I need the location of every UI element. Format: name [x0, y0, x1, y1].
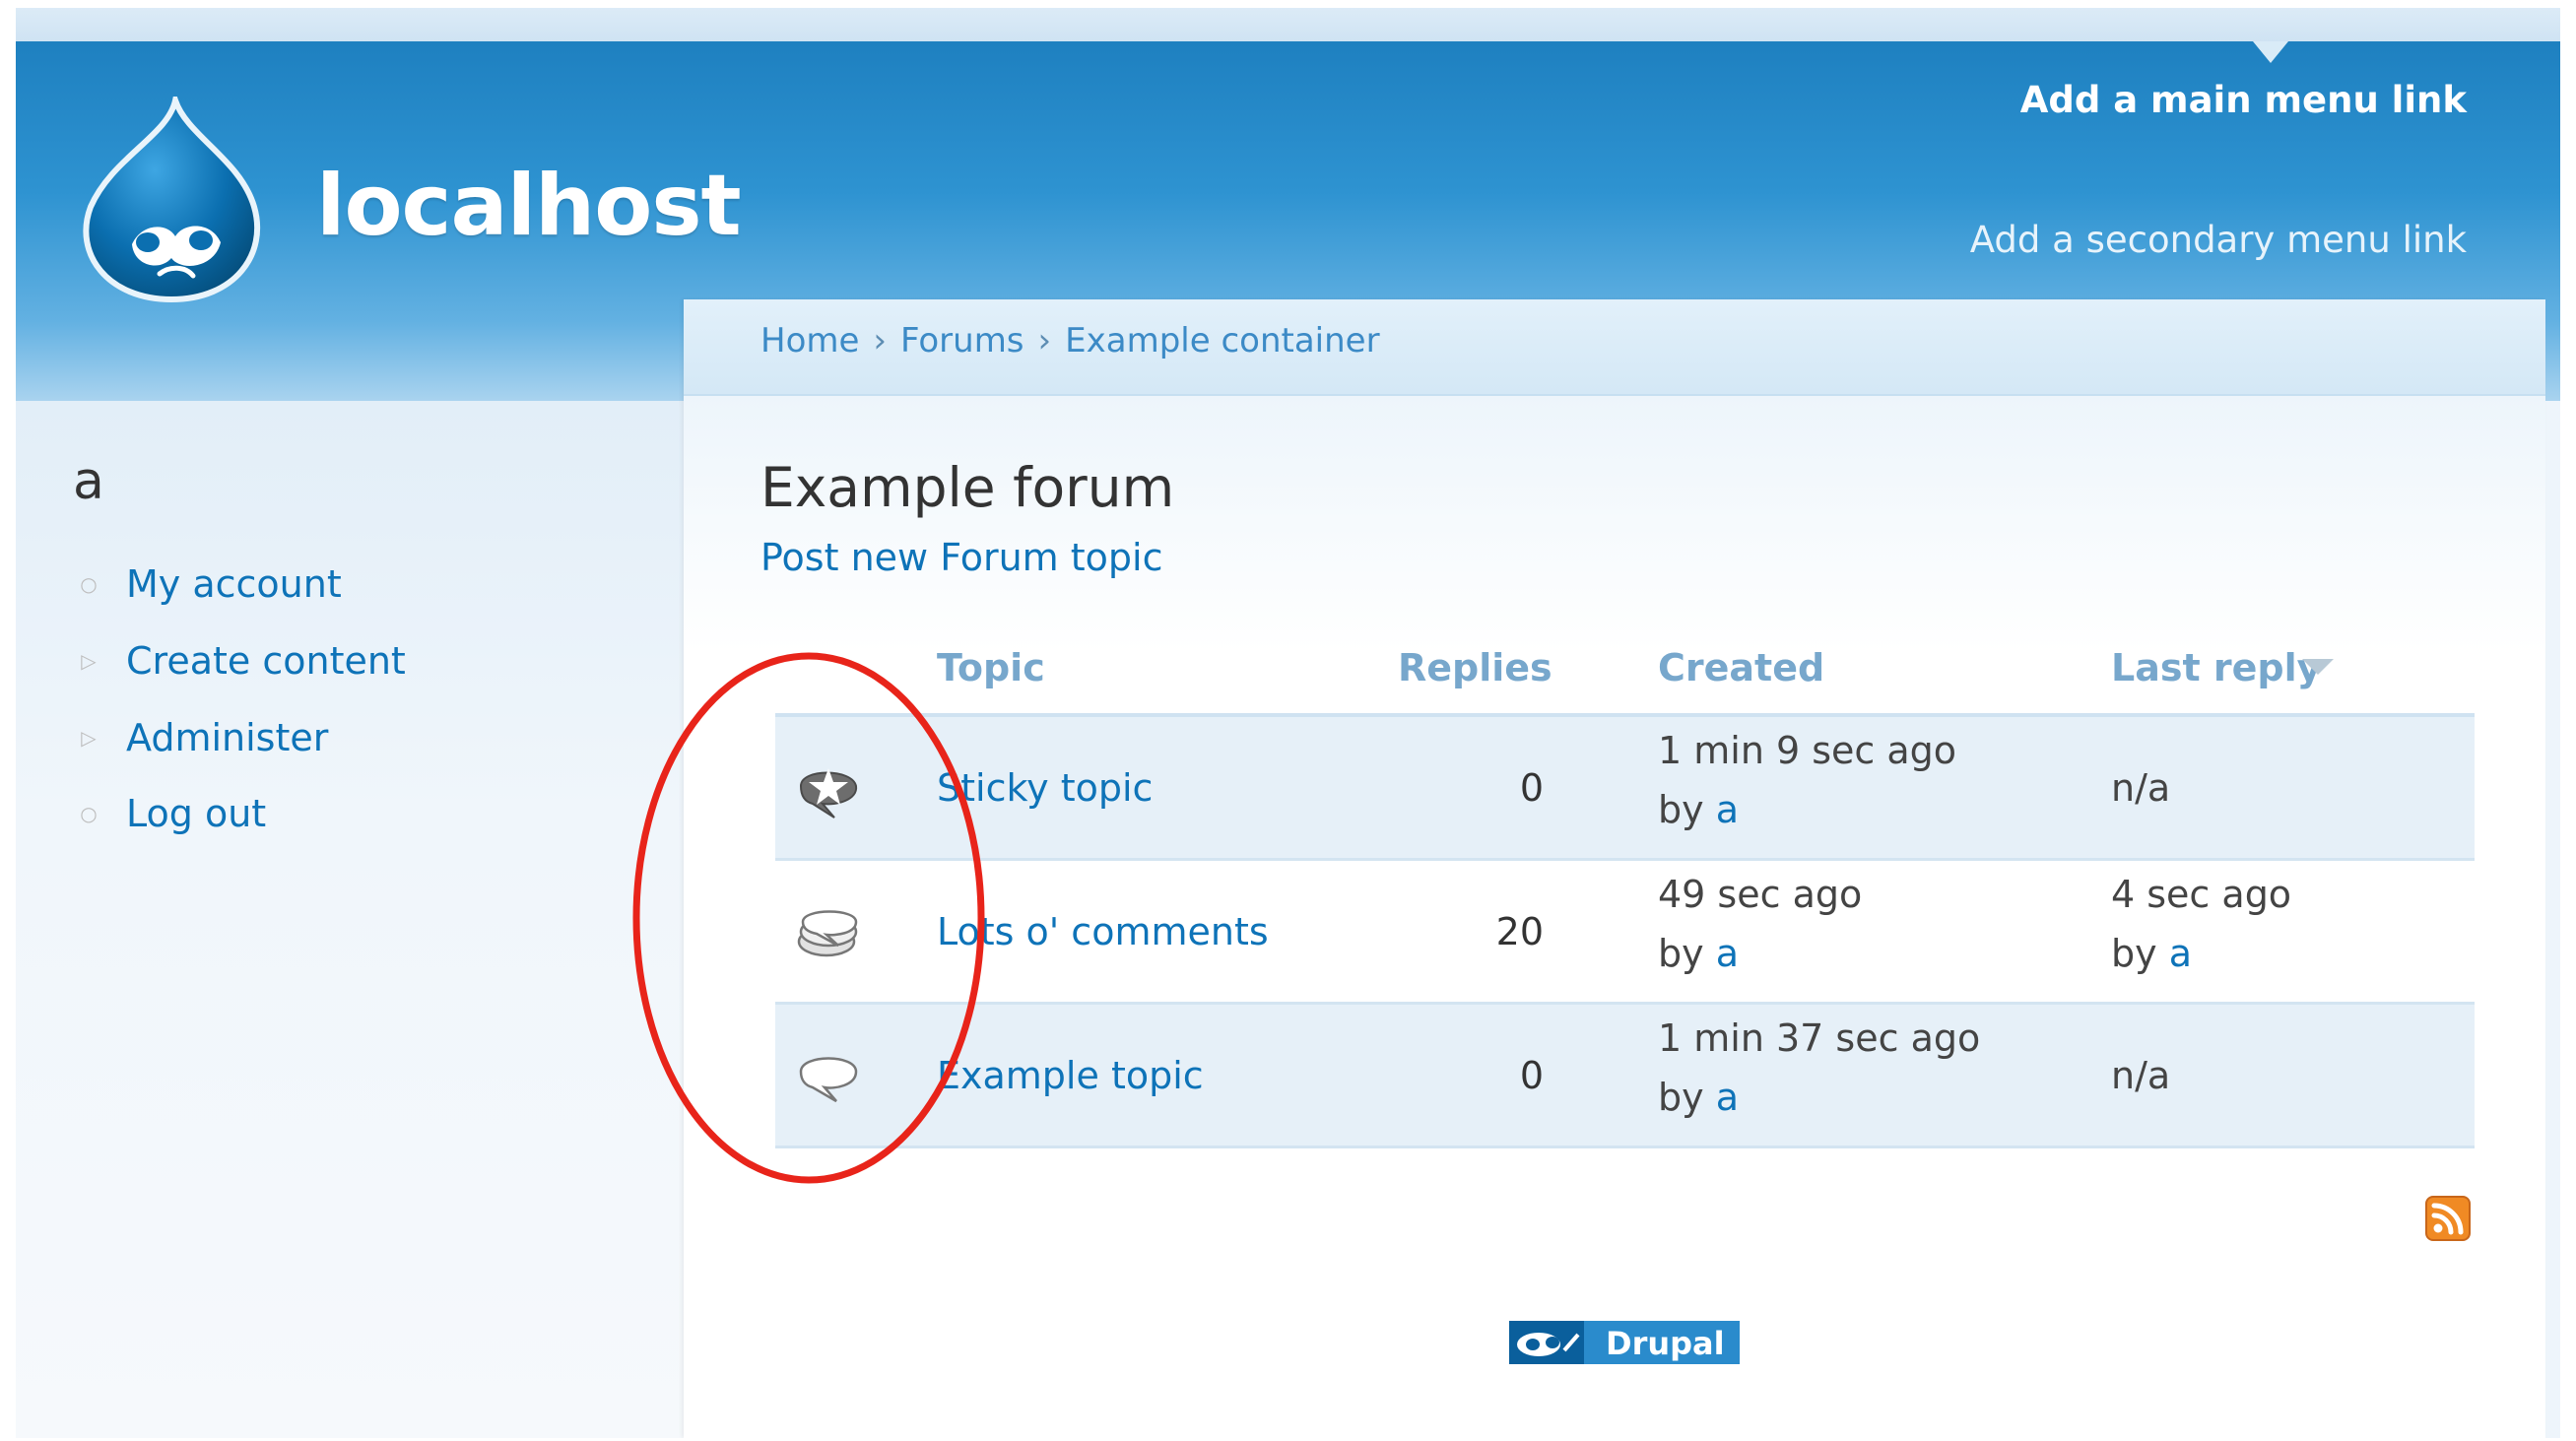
sidebar-item-label[interactable]: My account — [126, 562, 342, 606]
browser-viewport: localhost Add a main menu link Add a sec… — [16, 8, 2560, 1438]
sidebar-user-title: a — [73, 452, 104, 511]
author-link[interactable]: a — [1716, 1076, 1739, 1119]
sort-descending-icon[interactable] — [2302, 659, 2334, 675]
table-row: Sticky topic 0 1 min 9 sec ago by a n/a — [775, 717, 2475, 861]
site-name[interactable]: localhost — [316, 164, 742, 248]
post-new-forum-topic-link[interactable]: Post new Forum topic — [760, 536, 1162, 579]
breadcrumb-example-container[interactable]: Example container — [1065, 321, 1379, 360]
row-divider — [775, 1146, 2475, 1148]
triangle-bullet-icon[interactable]: ▷ — [79, 649, 99, 673]
sidebar — [16, 401, 686, 1438]
replies-count: 20 — [1495, 910, 1544, 953]
breadcrumb-home[interactable]: Home — [760, 321, 859, 360]
powered-by-drupal-badge[interactable]: Drupal — [1509, 1321, 1740, 1364]
topic-link[interactable]: Sticky topic — [937, 766, 1153, 810]
main-content: Home › Forums › Example container Exampl… — [684, 299, 2545, 1438]
breadcrumb-separator: › — [873, 321, 888, 360]
sidebar-item-create-content[interactable]: ▷ Create content — [79, 636, 406, 686]
table-row: Lots o' comments 20 49 sec ago by a 4 se… — [775, 861, 2475, 1005]
breadcrumb: Home › Forums › Example container — [760, 321, 1380, 360]
last-reply: n/a — [2111, 766, 2171, 810]
sidebar-item-label[interactable]: Log out — [126, 792, 266, 835]
sidebar-item-label[interactable]: Administer — [126, 716, 328, 759]
replies-count: 0 — [1519, 1054, 1544, 1097]
last-reply: n/a — [2111, 1054, 2171, 1097]
column-header-last-reply[interactable]: Last reply — [2111, 646, 2321, 689]
drupal-badge-label: Drupal — [1606, 1325, 1725, 1362]
breadcrumb-forums[interactable]: Forums — [900, 321, 1024, 360]
top-strip — [16, 8, 2560, 41]
by-prefix: by — [1658, 788, 1704, 831]
sticky-topic-icon — [799, 768, 858, 819]
hot-topic-icon — [797, 910, 858, 957]
drupal-drop-logo-icon[interactable] — [73, 97, 270, 305]
created-by: by a — [1658, 932, 1739, 975]
breadcrumb-separator: › — [1037, 321, 1052, 360]
rss-feed-icon[interactable] — [2425, 1196, 2471, 1241]
created-time: 1 min 37 sec ago — [1658, 1016, 1981, 1060]
created-time: 49 sec ago — [1658, 873, 1863, 916]
default-topic-icon — [799, 1057, 858, 1103]
author-link[interactable]: a — [1716, 788, 1739, 831]
menu-pointer-notch — [2253, 41, 2288, 63]
page-title: Example forum — [760, 456, 1175, 519]
last-reply-by: by a — [2111, 932, 2192, 975]
topic-link[interactable]: Example topic — [937, 1054, 1204, 1097]
sidebar-item-my-account[interactable]: ○ My account — [79, 559, 342, 609]
table-row: Example topic 0 1 min 37 sec ago by a n/… — [775, 1005, 2475, 1148]
by-prefix: by — [1658, 1076, 1704, 1119]
circle-bullet-icon: ○ — [80, 802, 98, 825]
replies-count: 0 — [1519, 766, 1544, 810]
column-header-replies[interactable]: Replies — [1398, 646, 1552, 689]
circle-bullet-icon: ○ — [80, 572, 98, 596]
last-reply-time: 4 sec ago — [2111, 873, 2292, 916]
by-prefix: by — [2111, 932, 2157, 975]
column-header-topic[interactable]: Topic — [937, 646, 1045, 689]
column-header-created[interactable]: Created — [1658, 646, 1824, 689]
breadcrumb-bar: Home › Forums › Example container — [684, 299, 2545, 396]
created-time: 1 min 9 sec ago — [1658, 729, 1957, 772]
add-main-menu-link[interactable]: Add a main menu link — [2020, 79, 2467, 121]
sidebar-item-log-out[interactable]: ○ Log out — [79, 789, 266, 838]
author-link[interactable]: a — [1716, 932, 1739, 975]
topic-link[interactable]: Lots o' comments — [937, 910, 1269, 953]
content-background — [684, 396, 2545, 652]
created-by: by a — [1658, 788, 1739, 831]
sidebar-item-label[interactable]: Create content — [126, 639, 406, 683]
sidebar-item-administer[interactable]: ▷ Administer — [79, 713, 328, 762]
last-reply-author-link[interactable]: a — [2169, 932, 2192, 975]
add-secondary-menu-link[interactable]: Add a secondary menu link — [1970, 219, 2467, 261]
by-prefix: by — [1658, 932, 1704, 975]
created-by: by a — [1658, 1076, 1739, 1119]
triangle-bullet-icon[interactable]: ▷ — [79, 726, 99, 750]
